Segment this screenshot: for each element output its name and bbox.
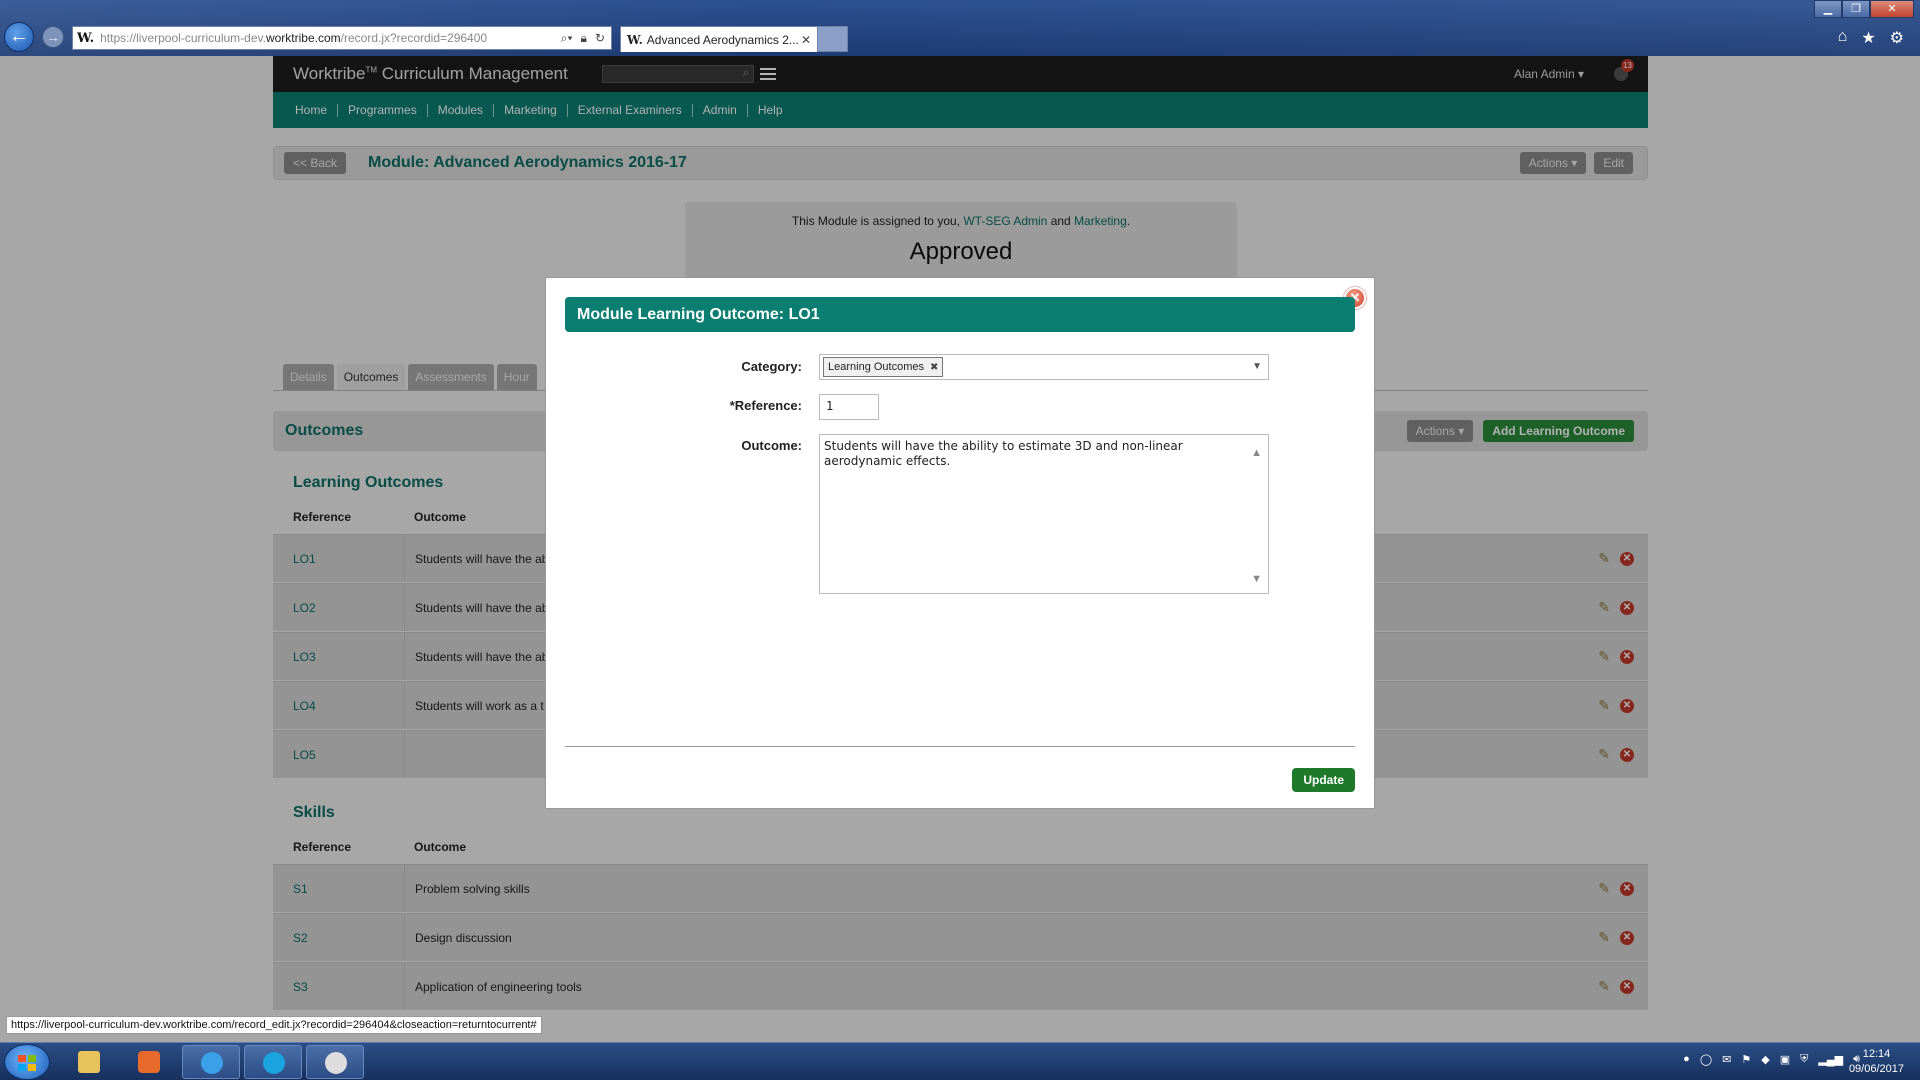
address-tools: ⌕▾ 🔒︎ ↻ (561, 31, 611, 46)
search-icon[interactable]: ⌕▾ (561, 31, 573, 46)
home-icon[interactable]: ⌂ (1838, 28, 1848, 48)
dialog-title: Module Learning Outcome: LO1 (565, 297, 1355, 332)
windows-taskbar: ● ◯ ✉ ⚑ ◆ ▣ ⛨ ▂▄▆ 🔊︎ 12:14 09/06/2017 (0, 1042, 1920, 1080)
forward-arrow-icon[interactable]: → (42, 26, 64, 48)
tab-title: Advanced Aerodynamics 2... (646, 32, 799, 47)
system-tray: ● ◯ ✉ ⚑ ◆ ▣ ⛨ ▂▄▆ 🔊︎ (1683, 1053, 1860, 1066)
taskbar-media-player[interactable] (120, 1045, 178, 1079)
update-button[interactable]: Update (1292, 768, 1355, 792)
folder-icon (78, 1051, 100, 1073)
window-controls: ▁ ❐ ✕ (1814, 0, 1914, 18)
tray-icon[interactable]: ◯ (1700, 1053, 1712, 1066)
tray-icon[interactable]: ⛨ (1800, 1053, 1808, 1066)
reference-label: *Reference: (729, 398, 802, 413)
restore-icon[interactable]: ❐ (1842, 0, 1870, 18)
tray-icon[interactable]: ✉ (1722, 1053, 1731, 1066)
category-select[interactable]: Learning Outcomes ✖ ▼ (819, 354, 1269, 380)
outcome-textarea[interactable]: Students will have the ability to estima… (819, 434, 1269, 594)
favorites-star-icon[interactable]: ★ (1861, 28, 1875, 48)
refresh-icon[interactable]: ↻ (595, 31, 605, 46)
status-bar-url: https://liverpool-curriculum-dev.worktri… (6, 1016, 542, 1034)
lock-icon[interactable]: 🔒︎ (581, 31, 587, 46)
tab-close-icon[interactable]: ✕ (801, 33, 811, 47)
scroll-down-icon[interactable]: ▼ (1251, 573, 1262, 585)
taskbar-app[interactable] (306, 1045, 364, 1079)
tray-icon[interactable]: ▣ (1780, 1053, 1790, 1066)
search-app-icon (325, 1052, 347, 1074)
browser-tools: ⌂ ★ ⚙ (1838, 28, 1904, 48)
tray-icon[interactable]: ● (1683, 1053, 1690, 1066)
start-button[interactable] (4, 1044, 50, 1080)
clock-time: 12:14 (1862, 1048, 1891, 1060)
taskbar-explorer[interactable] (60, 1045, 118, 1079)
back-arrow-icon[interactable]: ← (4, 22, 34, 52)
chevron-down-icon[interactable]: ▼ (1252, 361, 1262, 372)
taskbar-skype[interactable] (244, 1045, 302, 1079)
browser-chrome: ← → W. https://liverpool-curriculum-dev.… (0, 0, 1920, 56)
tray-icon[interactable]: ◆ (1761, 1053, 1769, 1066)
taskbar-internet-explorer[interactable] (182, 1045, 240, 1079)
clock-date: 09/06/2017 (1848, 1063, 1904, 1075)
outcome-label: Outcome: (741, 438, 802, 453)
chip-remove-icon[interactable]: ✖ (930, 362, 938, 373)
learning-outcome-dialog: ✕ Module Learning Outcome: LO1 Category:… (545, 277, 1375, 809)
internet-explorer-icon (201, 1052, 223, 1074)
browser-tab[interactable]: W. Advanced Aerodynamics 2... ✕ (620, 26, 818, 52)
scroll-up-icon[interactable]: ▲ (1251, 447, 1262, 459)
reference-input[interactable]: 1 (819, 394, 879, 420)
skype-icon (263, 1052, 285, 1074)
tab-favicon-icon: W. (627, 32, 643, 47)
window-close-icon[interactable]: ✕ (1870, 0, 1914, 18)
category-chip-label: Learning Outcomes (828, 361, 924, 373)
site-favicon-icon: W. (77, 30, 95, 46)
windows-logo-icon (18, 1055, 36, 1071)
address-bar[interactable]: W. https://liverpool-curriculum-dev.work… (72, 26, 612, 50)
dialog-divider (565, 746, 1355, 747)
tray-icon[interactable]: ⚑ (1741, 1053, 1751, 1066)
category-chip: Learning Outcomes ✖ (823, 357, 944, 377)
address-url: https://liverpool-curriculum-dev.worktri… (100, 31, 488, 45)
system-clock[interactable]: 12:14 09/06/2017 (1849, 1047, 1904, 1077)
outcome-text: Students will have the ability to estima… (824, 439, 1183, 468)
media-player-icon (138, 1051, 160, 1073)
new-tab-button[interactable] (818, 26, 848, 52)
signal-icon[interactable]: ▂▄▆ (1818, 1053, 1843, 1066)
minimize-icon[interactable]: ▁ (1814, 0, 1842, 18)
category-label: Category: (741, 359, 802, 374)
gear-icon[interactable]: ⚙ (1890, 28, 1904, 48)
